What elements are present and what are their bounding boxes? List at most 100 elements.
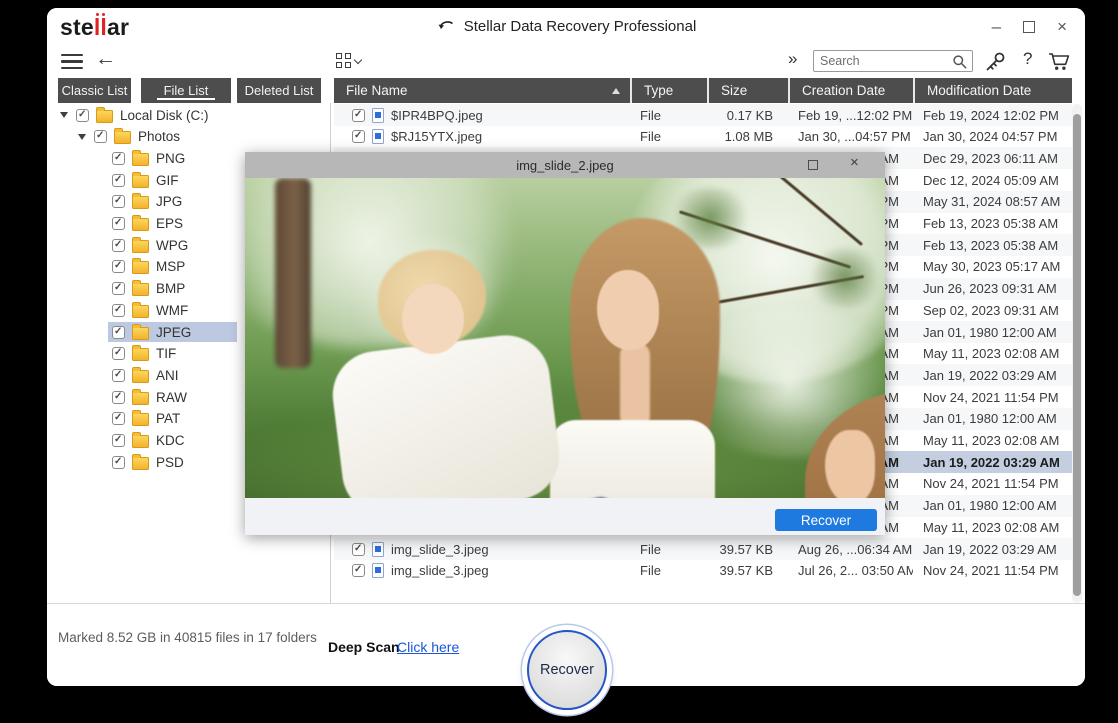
tab-file-list[interactable]: File List [141,78,231,103]
table-row[interactable]: img_slide_3.jpeg File 39.57 KB Aug 26, ...0… [334,538,1072,560]
deep-scan-link[interactable]: Click here [397,639,459,655]
tree-checkbox[interactable] [112,195,125,209]
tree-item-label: PAT [156,411,181,427]
tree-item-content[interactable]: WPG [108,235,192,255]
expand-arrow-icon[interactable] [60,112,68,118]
file-name: img_slide_3.jpeg [391,563,489,579]
view-switch-icon[interactable] [336,53,351,68]
tree-item-content[interactable]: Photos [90,127,184,147]
vertical-scrollbar[interactable] [1072,104,1082,603]
tree-item-label: MSP [156,259,186,275]
tree-item-content[interactable]: JPEG [108,322,238,342]
tab-classic-list[interactable]: Classic List [58,78,131,103]
tree-checkbox[interactable] [112,434,125,447]
tree-item-content[interactable]: PAT [108,409,184,429]
row-checkbox[interactable] [352,130,365,144]
column-header-modification-date[interactable]: Modification Date [913,78,1072,103]
tree-item-content[interactable]: GIF [108,170,183,190]
tree-checkbox[interactable] [76,108,89,122]
menu-icon[interactable] [61,54,83,69]
tree-checkbox[interactable] [112,303,125,317]
tree-item-content[interactable]: PSD [108,452,188,472]
row-checkbox[interactable] [352,108,365,122]
table-row[interactable]: $RJ15YTX.jpeg File 1.08 MB Jan 30, ...04:57… [334,126,1072,148]
tree-checkbox[interactable] [112,368,125,382]
tree-item-content[interactable]: PNG [108,148,189,168]
preview-photo [245,178,885,498]
tree-checkbox[interactable] [112,260,125,274]
tree-checkbox[interactable] [112,412,125,426]
folder-icon [132,388,149,405]
cell-file-name: img_slide_3.jpeg [334,560,630,582]
tree-checkbox[interactable] [112,282,125,296]
tree-item-content[interactable]: RAW [108,387,191,407]
tree-checkbox[interactable] [112,217,125,230]
photo-tree-trunk [275,178,311,368]
expand-arrow-icon[interactable] [78,133,86,140]
search-input[interactable] [820,51,946,71]
tree-item-content[interactable]: Local Disk (C:) [72,105,213,125]
preview-close-button[interactable]: × [850,154,859,171]
tree-item-content[interactable]: EPS [108,214,187,234]
tab-deleted-list[interactable]: Deleted List [237,78,321,103]
preview-title-bar[interactable]: img_slide_2.jpeg × [245,152,885,178]
column-header-type[interactable]: Type [630,78,707,103]
cell-modification-date: Dec 12, 2024 05:09 AM [923,172,1059,188]
tree-checkbox[interactable] [112,347,125,361]
tree-item-content[interactable]: MSP [108,257,189,277]
tree-checkbox[interactable] [112,173,125,187]
tree-item-label: PSD [156,454,184,470]
license-key-icon[interactable] [983,51,1007,73]
tree-item-content[interactable]: BMP [108,279,189,299]
tree-item-content[interactable]: TIF [108,344,180,364]
tree-checkbox[interactable] [112,238,125,252]
tree-item-photos[interactable]: Photos [47,126,330,148]
preview-maximize-button[interactable] [808,160,818,170]
view-switch-chevron-icon[interactable] [353,55,363,65]
table-row[interactable]: $IPR4BPQ.jpeg File 0.17 KB Feb 19, ...12:02… [334,104,1072,126]
preview-footer: Recover [245,498,885,535]
scrollbar-thumb[interactable] [1073,114,1081,596]
column-header-file-name[interactable]: File Name [334,78,630,103]
column-header-creation-date[interactable]: Creation Date [788,78,913,103]
tree-checkbox[interactable] [112,390,125,404]
folder-icon [132,280,149,297]
row-checkbox[interactable] [352,564,365,578]
minimize-button[interactable]: – [992,18,1001,35]
tree-checkbox[interactable] [112,151,125,165]
close-button[interactable]: × [1057,18,1067,35]
folder-icon [132,432,149,448]
column-header-size[interactable]: Size [707,78,788,103]
cell-size: 1.08 MB [724,129,773,145]
tree-item-content[interactable]: JPG [108,192,186,212]
file-icon [372,107,384,123]
help-icon[interactable]: ? [1023,49,1032,69]
tree-item-label: GIF [156,172,179,188]
preview-recover-button[interactable]: Recover [775,509,877,531]
table-header: File Name Type Size Creation Date Modificati… [334,78,1072,103]
search-icon[interactable] [952,54,968,70]
tree-item-content[interactable]: WMF [108,300,192,320]
tree-checkbox[interactable] [112,325,125,339]
title-bar: stellar Stellar Data Recovery Profession… [47,8,1085,45]
tree-checkbox[interactable] [112,455,125,469]
folder-icon [114,128,131,145]
folder-icon [132,193,149,210]
row-checkbox[interactable] [352,542,365,556]
recover-button[interactable]: Recover [527,630,607,710]
tree-item-label: KDC [156,433,185,448]
tree-item-content[interactable]: KDC [108,431,189,451]
table-row[interactable]: img_slide_3.jpeg File 39.57 KB Jul 26, 2...… [334,560,1072,582]
maximize-button[interactable] [1023,20,1036,33]
tree-item-local-disk-c-[interactable]: Local Disk (C:) [47,104,330,126]
cart-icon[interactable] [1047,51,1072,72]
tree-item-content[interactable]: ANI [108,365,183,385]
toolbar: ← » ? [47,45,1085,78]
cell-type: File [640,563,661,579]
overflow-chevrons-icon[interactable]: » [788,49,797,69]
tree-checkbox[interactable] [94,130,107,144]
app-window: stellar Stellar Data Recovery Profession… [47,8,1085,710]
column-header-label: Creation Date [802,83,886,98]
back-arrow-icon[interactable]: ← [95,47,116,71]
cell-size: 39.57 KB [719,563,774,579]
